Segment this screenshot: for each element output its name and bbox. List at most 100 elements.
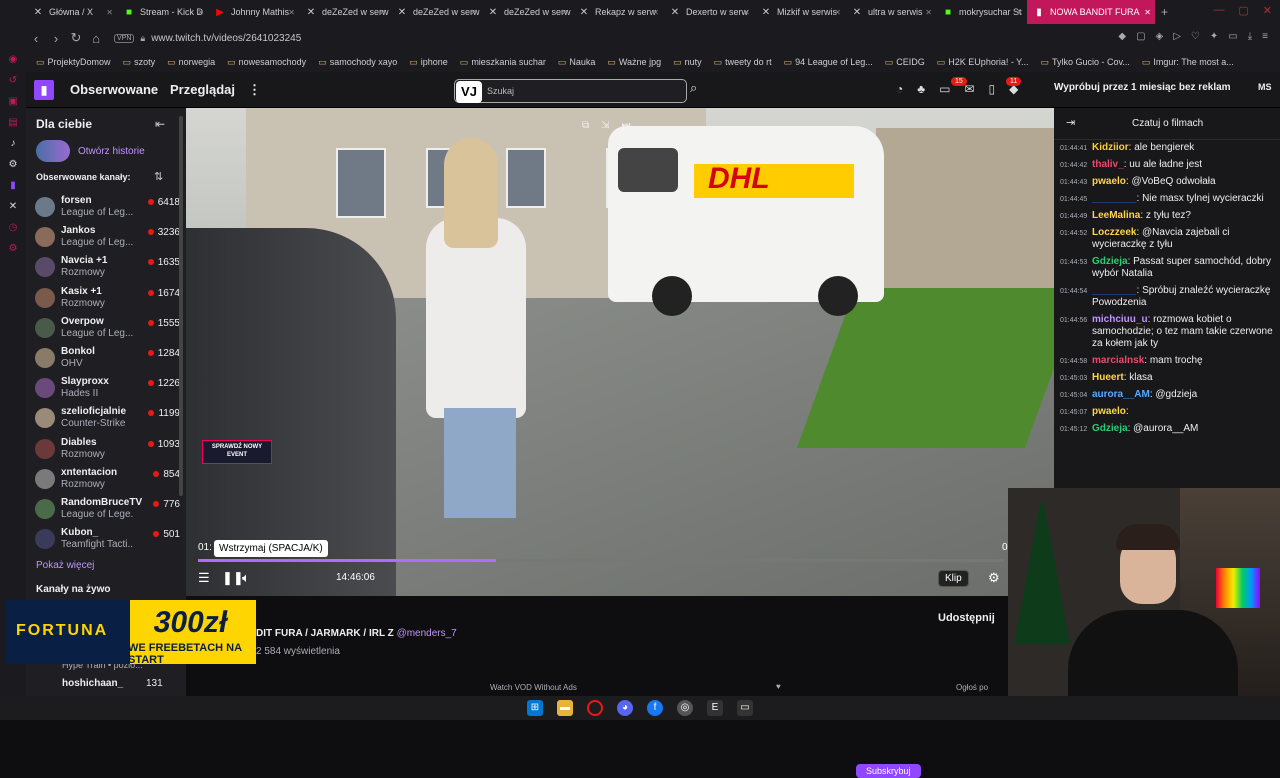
bookmark-item[interactable]: ▭ Imgur: The most a... xyxy=(1142,57,1234,68)
video-player[interactable]: DHL SPRAWDŹ NOWY EVENT ⧉ ⇲ ⏭ 01: 0 Wstrz… xyxy=(186,108,1054,596)
bookmark-item[interactable]: ▭ samochody xayo xyxy=(318,57,397,68)
channel-item[interactable]: Kasix +1 Rozmowy 1674 xyxy=(35,285,180,315)
settings-icon[interactable]: ⚙ xyxy=(9,243,18,254)
turbo-promo-button[interactable]: Wypróbuj przez 1 miesiąc bez reklam xyxy=(1054,82,1231,93)
channel-item[interactable]: Kubon_ Teamfight Tacti... 501 xyxy=(35,526,180,556)
settings-gear-icon[interactable]: ⚙ xyxy=(988,570,1000,586)
heart-icon[interactable]: ♡ xyxy=(1191,31,1200,42)
bookmark-item[interactable]: ▭ nowesamochody xyxy=(227,57,306,68)
close-tab-icon[interactable]: ✕ xyxy=(743,8,750,17)
forward-icon[interactable]: › xyxy=(46,31,66,46)
bookmark-item[interactable]: ▭ norwegia xyxy=(167,57,215,68)
ad-skip-icon[interactable]: ⏭ xyxy=(622,120,631,131)
vod-no-ads-button[interactable]: Watch VOD Without Ads xyxy=(490,683,577,692)
chat-username[interactable]: Gdzieja xyxy=(1092,256,1128,267)
bookmark-item[interactable]: ▭ tweety do rt xyxy=(714,57,772,68)
fortuna-ad[interactable]: FORTUNA 300zł WE FREEBETACH NA START xyxy=(6,600,256,666)
chat-username[interactable]: LeeMalina xyxy=(1092,210,1140,221)
messenger-icon[interactable]: ◉ xyxy=(9,54,18,65)
bookmark-item[interactable]: ▭ H2K EUphoria! - Y... xyxy=(937,57,1029,68)
bookmark-item[interactable]: ▭ nuty xyxy=(673,57,702,68)
show-more-link[interactable]: Pokaż więcej xyxy=(36,560,94,571)
play-icon[interactable]: ▷ xyxy=(1173,31,1181,42)
collapse-sidebar-icon[interactable]: ⇤ xyxy=(155,117,165,131)
bookmark-page-icon[interactable]: ◆ xyxy=(1118,31,1126,42)
menu-icon[interactable]: ≡ xyxy=(1262,31,1268,42)
bookmark-item[interactable]: ▭ iphone xyxy=(409,57,448,68)
channel-item[interactable]: RandomBruceTV League of Lege... 776 xyxy=(35,496,180,526)
wallet-icon[interactable]: ▭ xyxy=(1228,31,1237,42)
browser-tab[interactable]: ✕ deZeZed w serw ✕ xyxy=(481,0,572,24)
volume-icon[interactable]: 🔈︎ xyxy=(242,570,250,586)
minimize-icon[interactable]: — xyxy=(1213,4,1224,17)
close-tab-icon[interactable]: ✕ xyxy=(379,8,386,17)
close-tab-icon[interactable]: ✕ xyxy=(834,8,841,17)
bookmark-item[interactable]: ▭ Tylko Gucio - Cov... xyxy=(1041,57,1130,68)
url-field[interactable]: www.twitch.tv/videos/2641023245 xyxy=(151,33,301,44)
bookmark-item[interactable]: ▭ szoty xyxy=(123,57,156,68)
heart-follow-icon[interactable]: ♥ xyxy=(776,682,781,691)
bookmark-item[interactable]: ▭ ProjektyDomow xyxy=(36,57,111,68)
sort-icon[interactable]: ⇅ xyxy=(154,170,163,183)
browser-tab[interactable]: ▮ NOWA BANDIT FURA ✕ xyxy=(1027,0,1155,24)
search-input[interactable]: Szukaj xyxy=(454,79,687,103)
channel-name[interactable]: hoshichaan_ xyxy=(62,678,123,689)
seek-bar[interactable] xyxy=(198,559,1004,562)
shield-icon[interactable]: ◈ xyxy=(1156,31,1164,42)
back-icon[interactable]: ‹ xyxy=(26,31,46,46)
snapshot-icon[interactable]: ▢ xyxy=(1136,31,1145,42)
reload-icon[interactable]: ↻ xyxy=(66,30,86,46)
browser-tab[interactable]: ■ mokrysuchar St ✕ xyxy=(936,0,1027,24)
close-tab-icon[interactable]: ✕ xyxy=(1016,8,1023,17)
tiktok-icon[interactable]: ♪ xyxy=(11,138,16,149)
download-icon[interactable]: ⤓ xyxy=(1248,31,1252,42)
start-icon[interactable]: ⊞ xyxy=(527,700,543,716)
close-tab-icon[interactable]: ✕ xyxy=(652,8,659,17)
channel-item[interactable]: Jankos League of Leg... 3236 xyxy=(35,224,180,254)
browser-tab[interactable]: ✕ deZeZed w serw ✕ xyxy=(299,0,390,24)
chapters-icon[interactable]: ☰ xyxy=(198,570,210,586)
nav-browse[interactable]: Przeglądaj xyxy=(170,82,235,97)
channel-item[interactable]: Diables Rozmowy 1093 xyxy=(35,436,180,466)
sidebar-scrollbar[interactable] xyxy=(179,116,183,496)
browser-tab[interactable]: ✕ Główna / X ✕ xyxy=(26,0,117,24)
chat-username[interactable]: Gdzieja xyxy=(1092,423,1128,434)
browser-tab[interactable]: ✕ Rekapz w serw ✕ xyxy=(572,0,663,24)
close-tab-icon[interactable]: ✕ xyxy=(197,8,204,17)
channel-item[interactable]: Slayproxx Hades II 1226 xyxy=(35,375,180,405)
chat-username[interactable]: michciuu_u xyxy=(1092,314,1148,325)
extensions-icon[interactable]: ✦ xyxy=(1210,31,1218,42)
inbox-icon[interactable]: ▭ xyxy=(939,82,950,96)
bookmark-icon[interactable]: ▤ xyxy=(8,117,17,128)
chat-username[interactable]: ________ xyxy=(1092,285,1137,296)
vpn-badge[interactable]: VPN xyxy=(114,33,135,43)
pause-icon[interactable]: ❚❚ xyxy=(222,570,244,586)
bookmark-item[interactable]: ▭ Ważne jpg xyxy=(607,57,661,68)
bookmark-item[interactable]: ▭ mieszkania suchar xyxy=(460,57,546,68)
avatar[interactable]: MS xyxy=(1258,82,1272,92)
chat-username[interactable]: pwaelo xyxy=(1092,176,1126,187)
close-tab-icon[interactable]: ✕ xyxy=(925,8,932,17)
pip-icon[interactable]: ⧉ xyxy=(582,120,589,131)
epic-games-icon[interactable]: E xyxy=(707,700,723,716)
channel-item[interactable]: Overpow League of Leg... 1555 xyxy=(35,315,180,345)
clock-icon[interactable]: ◷ xyxy=(9,222,18,233)
browser-tab[interactable]: ▶ Johnny Mathis ✕ xyxy=(208,0,299,24)
chat-username[interactable]: Loczzeek xyxy=(1092,227,1136,238)
channel-item[interactable]: szelioficjalnie Counter-Strike 1199 xyxy=(35,405,180,435)
stories-avatars[interactable] xyxy=(36,140,70,162)
channel-item[interactable]: forsen League of Leg... 6418 xyxy=(35,194,180,224)
twitch-logo-icon[interactable]: ▮ xyxy=(34,80,54,100)
close-tab-icon[interactable]: ✕ xyxy=(106,8,113,17)
opera-icon[interactable] xyxy=(587,700,603,716)
chat-username[interactable]: ________ xyxy=(1092,193,1137,204)
chatgpt-icon[interactable]: ⚙ xyxy=(9,159,18,170)
close-tab-icon[interactable]: ✕ xyxy=(288,8,295,17)
channel-item[interactable]: Navcia +1 Rozmowy 1635 xyxy=(35,254,180,284)
maximize-icon[interactable]: ▢ xyxy=(1238,4,1248,17)
theatre-icon[interactable]: ⇲ xyxy=(601,120,609,131)
gift-button[interactable]: Ogłoś po xyxy=(956,683,988,692)
chat-username[interactable]: pwaelo xyxy=(1092,406,1126,417)
new-tab-icon[interactable]: + xyxy=(1155,5,1174,19)
player-icon[interactable]: ▣ xyxy=(8,96,17,107)
